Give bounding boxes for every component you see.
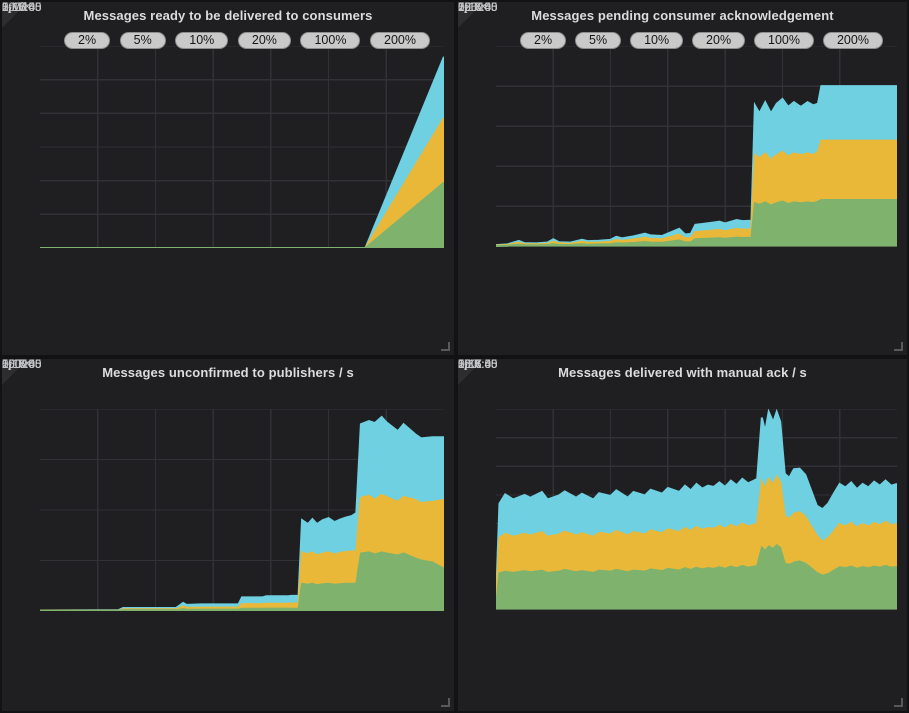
legend-pill-5pct[interactable]: 5%	[575, 32, 621, 49]
panel-title[interactable]: Messages unconfirmed to publishers / s	[2, 365, 454, 380]
legend-pill-200pct[interactable]: 200%	[370, 32, 430, 49]
dashboard-grid: i Messages ready to be delivered to cons…	[0, 0, 909, 713]
resize-handle-icon[interactable]	[894, 698, 903, 707]
legend-pill-20pct[interactable]: 20%	[692, 32, 745, 49]
resize-handle-icon[interactable]	[441, 342, 450, 351]
chart-plot[interactable]	[496, 46, 897, 247]
legend-pill-20pct[interactable]: 20%	[238, 32, 291, 49]
panel-ready: i Messages ready to be delivered to cons…	[2, 2, 454, 355]
panel-title[interactable]: Messages ready to be delivered to consum…	[2, 8, 454, 23]
legend-row: 2% 5% 10% 20% 100% 200%	[64, 32, 430, 49]
panel-title[interactable]: Messages pending consumer acknowledgemen…	[458, 8, 907, 23]
chart-plot[interactable]	[496, 409, 897, 610]
legend-pill-2pct[interactable]: 2%	[64, 32, 110, 49]
resize-handle-icon[interactable]	[894, 342, 903, 351]
chart-plot[interactable]	[40, 409, 444, 611]
legend-pill-2pct[interactable]: 2%	[520, 32, 566, 49]
panel-unconfirmed: i Messages unconfirmed to publishers / s…	[2, 359, 454, 711]
panel-pending: i Messages pending consumer acknowledgem…	[458, 2, 907, 355]
panel-delivered: i Messages delivered with manual ack / s…	[458, 359, 907, 711]
chart-plot[interactable]	[40, 46, 444, 248]
legend-pill-10pct[interactable]: 10%	[175, 32, 228, 49]
legend-pill-10pct[interactable]: 10%	[630, 32, 683, 49]
legend-pill-100pct[interactable]: 100%	[754, 32, 814, 49]
legend-pill-200pct[interactable]: 200%	[823, 32, 883, 49]
legend-row: 2% 5% 10% 20% 100% 200%	[520, 32, 883, 49]
legend-pill-100pct[interactable]: 100%	[300, 32, 360, 49]
legend-pill-5pct[interactable]: 5%	[120, 32, 166, 49]
panel-title[interactable]: Messages delivered with manual ack / s	[458, 365, 907, 380]
yellow-series-area	[40, 118, 444, 248]
resize-handle-icon[interactable]	[441, 698, 450, 707]
